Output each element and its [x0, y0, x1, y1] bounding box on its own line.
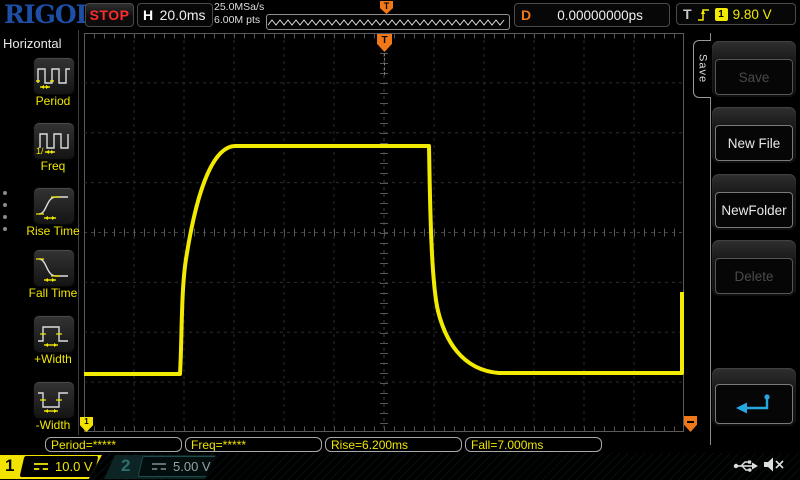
run-state-label: STOP — [89, 7, 130, 23]
measure-item-plus-width[interactable] — [33, 315, 75, 353]
measurement-fall: Fall=7.000ms — [465, 437, 602, 452]
trigger-label: T — [683, 6, 692, 22]
trigger-position-line — [384, 53, 385, 75]
menu-button-save[interactable]: Save — [712, 41, 796, 97]
minus-width-icon — [38, 392, 68, 413]
measure-item-freq[interactable]: 1/ — [33, 122, 75, 160]
page-dot — [3, 191, 7, 195]
menu-button-new-file-label: New File — [715, 125, 793, 161]
fall-time-icon — [36, 258, 68, 282]
channel-1-badge[interactable]: 1 10.0 V — [0, 455, 102, 479]
trigger-box: T 1 9.80 V — [676, 3, 796, 25]
oscilloscope-screen: RIGOL STOP H 20.0ms 25.0MSa/s 6.00M pts … — [0, 0, 800, 480]
menu-button-return[interactable] — [712, 368, 796, 426]
menu-button-delete[interactable]: Delete — [712, 240, 796, 296]
trigger-level-value: 9.80 V — [732, 6, 772, 22]
speaker-muted-icon — [764, 457, 784, 472]
menu-button-new-file[interactable]: New File — [712, 107, 796, 163]
plus-width-icon — [38, 326, 68, 347]
delay-label: D — [521, 7, 532, 23]
menu-button-delete-label: Delete — [715, 258, 793, 294]
menu-button-new-folder-label: NewFolder — [715, 192, 793, 228]
h-label: H — [143, 7, 154, 23]
delay-box: D 0.00000000ps — [514, 3, 670, 27]
page-dot — [3, 215, 7, 219]
svg-text:1/: 1/ — [36, 146, 44, 155]
return-arrow-icon — [736, 394, 770, 414]
timebase-value: 20.0ms — [159, 7, 206, 23]
delay-value: 0.00000000ps — [557, 7, 643, 23]
menu-button-save-label: Save — [715, 59, 793, 95]
sample-rate: 25.0MSa/s — [214, 1, 265, 13]
page-dot — [3, 227, 7, 231]
trigger-source-badge: 1 — [714, 7, 728, 21]
channel-1-scale: 10.0 V — [55, 459, 93, 474]
usb-icon — [733, 460, 758, 472]
channel-1-number: 1 — [5, 456, 15, 475]
dc-coupling-icon — [152, 462, 166, 471]
measure-item-minus-width[interactable] — [33, 381, 75, 419]
horizontal-timebase-box: H 20.0ms — [137, 3, 213, 27]
run-state-indicator: STOP — [85, 3, 134, 27]
measurement-period: Period=***** — [45, 437, 182, 452]
measure-item-rise-time[interactable] — [33, 187, 75, 225]
memory-waveform-icon — [267, 19, 505, 26]
menu-button-new-folder[interactable]: NewFolder — [712, 174, 796, 230]
channel-2-number: 2 — [121, 456, 131, 475]
measure-sidebar-title: Horizontal — [3, 36, 62, 51]
freq-icon: 1/ — [36, 133, 69, 155]
page-dot — [3, 203, 7, 207]
rise-time-icon — [36, 196, 68, 220]
rising-edge-icon — [697, 8, 709, 21]
period-icon — [36, 68, 70, 89]
measure-item-period[interactable] — [33, 57, 75, 95]
dc-coupling-icon — [34, 462, 48, 471]
trigger-position-strip-icon: T — [380, 1, 393, 14]
scope-display — [84, 33, 684, 432]
menu-tab-save: Save — [693, 40, 711, 98]
measure-item-fall-time[interactable] — [33, 249, 75, 287]
channel-2-badge[interactable]: 2 5.00 V — [104, 455, 216, 479]
trigger-level-marker-icon[interactable] — [684, 416, 697, 432]
measurement-freq: Freq=***** — [185, 437, 322, 452]
menu-tab-save-label: Save — [696, 54, 709, 84]
memory-waveform-strip — [266, 14, 510, 30]
measurement-rise: Rise=6.200ms — [325, 437, 462, 452]
rigol-logo: RIGOL — [4, 0, 93, 29]
channel-2-scale: 5.00 V — [173, 459, 211, 474]
